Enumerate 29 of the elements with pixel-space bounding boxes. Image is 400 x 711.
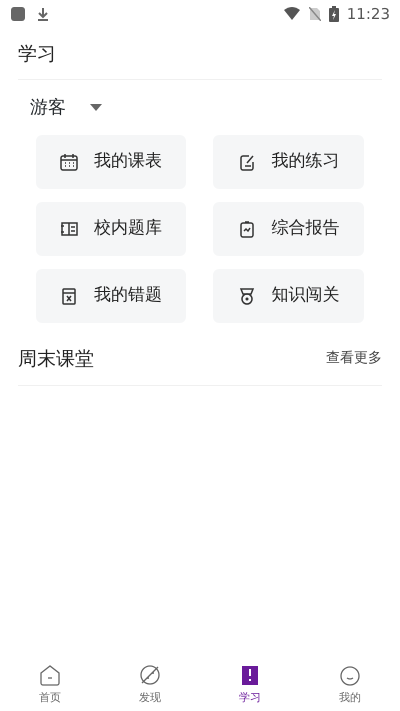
menu-tile[interactable]: 知识闯关 xyxy=(213,268,364,322)
menu-tile[interactable]: 我的练习 xyxy=(213,134,364,188)
tab-bar-item[interactable]: 首页 xyxy=(0,662,100,707)
page-title: 学习 xyxy=(17,42,57,67)
wifi-icon xyxy=(282,7,301,21)
menu-tile[interactable]: 我的错题 xyxy=(36,268,186,322)
tab-bar-item[interactable]: 发现 xyxy=(100,662,200,707)
home-icon xyxy=(39,664,61,686)
app-icon xyxy=(10,6,26,22)
menu-tile[interactable]: 我的课表 xyxy=(36,134,186,188)
menu-tile[interactable]: 综合报告 xyxy=(213,202,364,256)
tab-bar-item[interactable]: 我的 xyxy=(300,662,400,707)
role-dropdown[interactable]: 游客 xyxy=(30,94,102,120)
edit-icon xyxy=(238,152,256,170)
caret-icon xyxy=(90,104,102,110)
download-icon xyxy=(36,6,50,22)
section-title: 周末课堂 xyxy=(18,346,94,372)
compass-icon xyxy=(139,664,161,686)
clock: 11:23 xyxy=(346,4,390,25)
battery-icon xyxy=(328,6,339,22)
medal-icon xyxy=(238,286,256,304)
menu-tile[interactable]: 校内题库 xyxy=(36,202,186,256)
error-book-icon xyxy=(60,286,78,304)
smiley-icon xyxy=(339,664,361,686)
view-more-link[interactable]: 查看更多 xyxy=(326,348,382,370)
calendar-icon xyxy=(60,152,78,170)
clipboard-icon xyxy=(238,220,256,238)
no-sim-icon xyxy=(308,7,321,21)
tab-bar-item[interactable]: 学习 xyxy=(200,662,300,707)
